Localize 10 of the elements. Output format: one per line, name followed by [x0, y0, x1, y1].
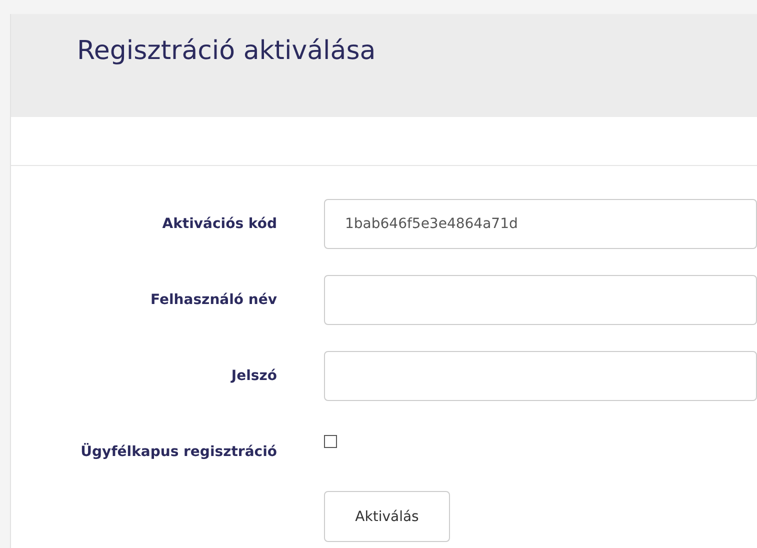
checkbox[interactable] [324, 435, 337, 448]
field-label: Felhasználó név [150, 292, 277, 308]
input-field[interactable] [324, 275, 757, 325]
field-label: Ügyfélkapus regisztráció [80, 444, 277, 460]
page-title: Regisztráció aktiválása [77, 35, 376, 68]
field-label: Aktivációs kód [162, 216, 277, 232]
input-field[interactable]: 1bab646f5e3e4864a71d [324, 199, 757, 249]
field-label: Jelszó [231, 368, 277, 384]
input-field[interactable] [324, 351, 757, 401]
activate-button[interactable]: Aktiválás [324, 491, 450, 542]
